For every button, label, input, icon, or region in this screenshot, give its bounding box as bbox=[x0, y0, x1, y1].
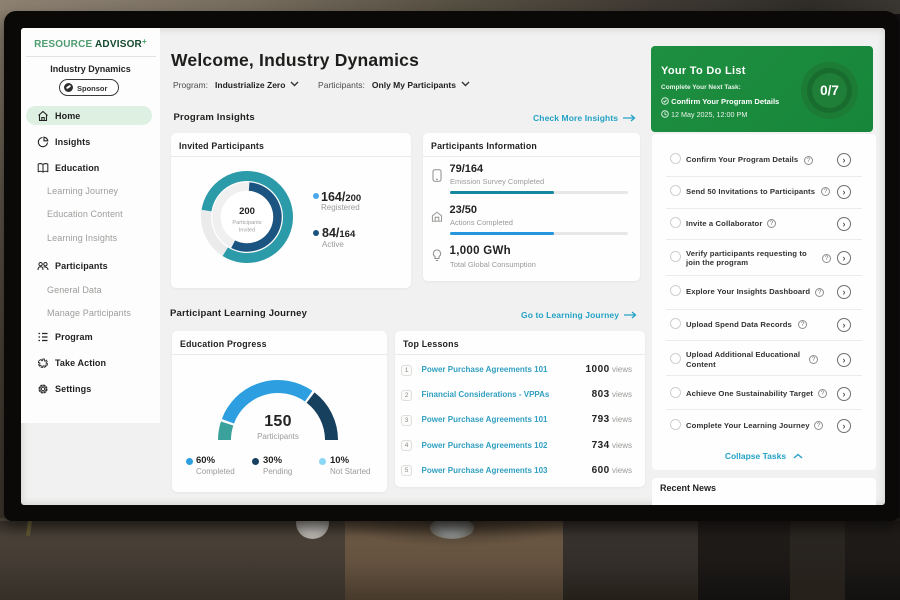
svg-text:Participants: Participants bbox=[232, 220, 261, 226]
svg-text:Invited: Invited bbox=[239, 228, 255, 234]
svg-text:200: 200 bbox=[239, 206, 255, 217]
